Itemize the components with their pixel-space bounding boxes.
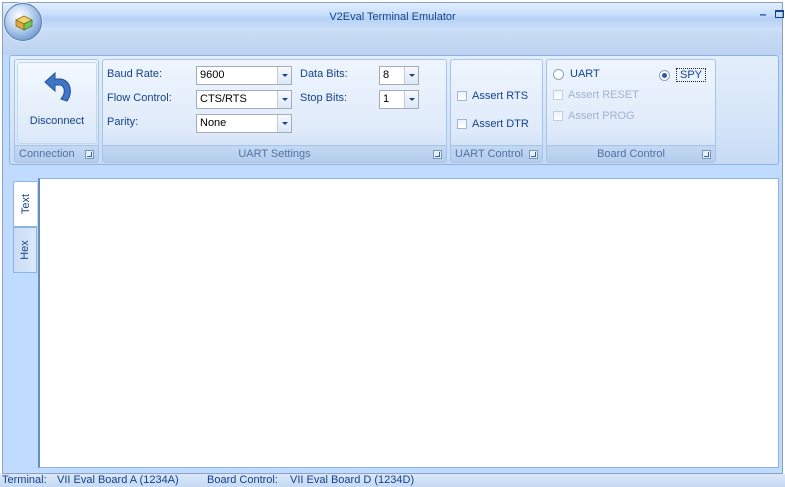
- checkbox-box: [457, 91, 467, 101]
- connection-group: Disconnect Connection: [14, 59, 99, 163]
- uart-mode-label: UART: [570, 68, 600, 80]
- board-control-dialog-launcher[interactable]: [702, 150, 711, 159]
- flow-control-label: Flow Control:: [107, 92, 172, 104]
- parity-value: None: [200, 117, 227, 129]
- maximize-button[interactable]: [772, 8, 785, 22]
- view-tabs: Text Hex: [10, 177, 38, 467]
- checkbox-box: [553, 111, 563, 121]
- uart-control-group: Assert RTS Assert DTR UART Control: [450, 59, 543, 163]
- spy-mode-radio[interactable]: SPY: [659, 68, 707, 82]
- uart-settings-group-label: UART Settings: [103, 145, 446, 162]
- board-control-group: UART SPY Assert RESET Assert PROG Board …: [546, 59, 716, 163]
- connection-dialog-launcher[interactable]: [85, 150, 94, 159]
- title-bar[interactable]: V2Eval Terminal Emulator –: [3, 3, 785, 31]
- app-logo-icon: [15, 15, 33, 31]
- radio-dot: [553, 68, 564, 80]
- chevron-down-icon: [404, 91, 418, 108]
- uart-control-dialog-launcher[interactable]: [529, 150, 538, 159]
- assert-dtr-label: Assert DTR: [472, 118, 529, 130]
- uart-mode-radio[interactable]: UART: [553, 68, 600, 80]
- data-bits-label: Data Bits:: [300, 68, 348, 80]
- chevron-down-icon: [277, 67, 291, 84]
- status-board-control-value: VII Eval Board D (1234D): [290, 474, 415, 486]
- app-window: V2Eval Terminal Emulator – Disconnect Co…: [0, 0, 785, 487]
- status-terminal-label: Terminal:: [2, 474, 47, 486]
- undo-arrow-icon: [44, 71, 71, 102]
- status-terminal-value: VII Eval Board A (1234A): [57, 474, 179, 486]
- assert-prog-checkbox[interactable]: Assert PROG: [553, 110, 635, 122]
- uart-settings-dialog-launcher[interactable]: [433, 150, 442, 159]
- board-control-group-label: Board Control: [547, 145, 715, 162]
- tab-hex-label: Hex: [19, 240, 31, 260]
- radio-dot: [659, 69, 670, 81]
- assert-reset-checkbox[interactable]: Assert RESET: [553, 89, 639, 101]
- data-bits-value: 8: [383, 69, 390, 81]
- minimize-button[interactable]: –: [756, 8, 770, 22]
- tab-text[interactable]: Text: [13, 181, 37, 227]
- stop-bits-label: Stop Bits:: [300, 92, 348, 104]
- ribbon: Disconnect Connection Baud Rate: 9600 Fl…: [9, 55, 779, 165]
- tab-text-label: Text: [19, 193, 32, 215]
- uart-settings-group: Baud Rate: 9600 Flow Control: CTS/RTS Pa…: [102, 59, 447, 163]
- checkbox-box: [457, 119, 467, 129]
- baud-rate-label: Baud Rate:: [107, 68, 163, 80]
- disconnect-label: Disconnect: [29, 115, 85, 127]
- baud-rate-select[interactable]: 9600: [196, 66, 292, 85]
- parity-select[interactable]: None: [196, 114, 292, 133]
- stop-bits-select[interactable]: 1: [379, 90, 419, 109]
- assert-reset-label: Assert RESET: [568, 89, 639, 101]
- window-title: V2Eval Terminal Emulator: [329, 11, 456, 23]
- status-board-control-label: Board Control:: [207, 474, 278, 486]
- checkbox-box: [553, 90, 563, 100]
- flow-control-select[interactable]: CTS/RTS: [196, 90, 292, 109]
- flow-control-value: CTS/RTS: [200, 93, 247, 105]
- tab-hex[interactable]: Hex: [13, 227, 37, 273]
- assert-prog-label: Assert PROG: [568, 110, 635, 122]
- chevron-down-icon: [277, 115, 291, 132]
- chevron-down-icon: [277, 91, 291, 108]
- assert-rts-label: Assert RTS: [472, 90, 529, 102]
- chevron-down-icon: [404, 67, 418, 84]
- ribbon-tab-strip: [3, 31, 782, 55]
- assert-rts-checkbox[interactable]: Assert RTS: [457, 90, 528, 102]
- baud-rate-value: 9600: [200, 69, 225, 81]
- stop-bits-value: 1: [383, 93, 390, 105]
- disconnect-button[interactable]: Disconnect: [17, 62, 97, 144]
- maximize-icon: [774, 10, 784, 18]
- status-bar: Terminal: VII Eval Board A (1234A) Board…: [0, 474, 785, 487]
- spy-mode-label: SPY: [676, 68, 707, 82]
- application-menu-button[interactable]: [4, 3, 42, 41]
- data-bits-select[interactable]: 8: [379, 66, 419, 85]
- parity-label: Parity:: [107, 116, 139, 128]
- assert-dtr-checkbox[interactable]: Assert DTR: [457, 118, 529, 130]
- terminal-output-area[interactable]: [38, 178, 779, 468]
